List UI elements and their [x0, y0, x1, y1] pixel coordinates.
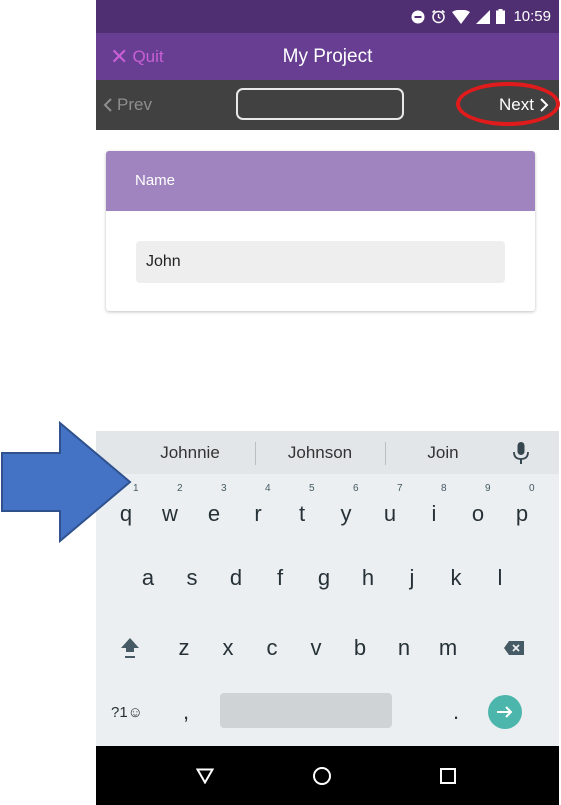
key-y[interactable]: y [324, 489, 368, 539]
key-x[interactable]: x [206, 623, 250, 673]
key-w[interactable]: w [148, 489, 192, 539]
status-time: 10:59 [513, 8, 551, 25]
annotation-arrow-icon [1, 421, 132, 543]
back-triangle-icon [196, 768, 214, 784]
shift-key[interactable] [106, 623, 154, 673]
key-l[interactable]: l [478, 553, 522, 603]
alarm-icon [432, 9, 446, 24]
page-title: My Project [282, 46, 373, 67]
key-period[interactable]: . [436, 687, 476, 737]
name-input-value: John [146, 253, 181, 270]
enter-key[interactable] [488, 695, 522, 729]
wifi-icon [452, 9, 471, 24]
key-s[interactable]: s [170, 553, 214, 603]
key-comma[interactable]: , [166, 687, 206, 737]
key-g[interactable]: g [302, 553, 346, 603]
key-o[interactable]: o [456, 489, 500, 539]
key-hint-7: 7 [397, 483, 403, 494]
key-c[interactable]: c [250, 623, 294, 673]
key-r[interactable]: r [236, 489, 280, 539]
home-button[interactable] [292, 746, 352, 805]
key-m[interactable]: m [426, 623, 470, 673]
key-hint-0: 0 [529, 483, 535, 494]
key-hint-5: 5 [309, 483, 315, 494]
key-i[interactable]: i [412, 489, 456, 539]
card-header: Name [106, 151, 535, 211]
system-navigation-bar [96, 746, 559, 805]
key-p[interactable]: p [500, 489, 544, 539]
back-button[interactable] [175, 746, 235, 805]
soft-keyboard: Johnnie Johnson Join q w e r t y u i o p… [96, 431, 559, 746]
signal-icon [476, 9, 491, 24]
key-v[interactable]: v [294, 623, 338, 673]
symbols-key[interactable]: ?1☺ [102, 687, 152, 737]
backspace-key[interactable] [490, 623, 538, 673]
key-t[interactable]: t [280, 489, 324, 539]
key-h[interactable]: h [346, 553, 390, 603]
suggestion-johnson[interactable]: Johnson [256, 431, 384, 474]
app-bar: ✕ Quit My Project [96, 33, 559, 80]
recents-square-icon [440, 767, 456, 784]
key-hint-3: 3 [221, 483, 227, 494]
key-hint-8: 8 [441, 483, 447, 494]
page-input[interactable] [236, 88, 404, 120]
key-hint-1: 1 [133, 483, 139, 494]
name-input[interactable]: John [136, 241, 505, 283]
key-u[interactable]: u [368, 489, 412, 539]
suggestion-johnnie[interactable]: Johnnie [126, 431, 254, 474]
home-circle-icon [313, 766, 331, 785]
key-hint-6: 6 [353, 483, 359, 494]
backspace-icon [504, 641, 524, 655]
name-card: Name John [106, 151, 535, 311]
key-j[interactable]: j [390, 553, 434, 603]
key-a[interactable]: a [126, 553, 170, 603]
key-e[interactable]: e [192, 489, 236, 539]
microphone-icon[interactable] [509, 440, 533, 466]
prev-button[interactable]: Prev [103, 80, 152, 130]
status-bar: 10:59 [96, 0, 559, 33]
do-not-disturb-icon [411, 10, 425, 23]
battery-icon [496, 9, 506, 24]
key-f[interactable]: f [258, 553, 302, 603]
card-header-label: Name [135, 172, 176, 189]
shift-icon [121, 638, 139, 658]
key-z[interactable]: z [162, 623, 206, 673]
chevron-left-icon [103, 98, 112, 112]
key-k[interactable]: k [434, 553, 478, 603]
arrow-right-icon [497, 706, 513, 718]
key-n[interactable]: n [382, 623, 426, 673]
recents-button[interactable] [418, 746, 478, 805]
status-icons: 10:59 [411, 0, 551, 33]
form-content: Name John [96, 130, 559, 431]
suggestion-bar: Johnnie Johnson Join [96, 431, 559, 474]
prev-label: Prev [117, 95, 152, 114]
key-hint-4: 4 [265, 483, 271, 494]
key-hint-9: 9 [485, 483, 491, 494]
highlight-ellipse [456, 82, 560, 126]
key-d[interactable]: d [214, 553, 258, 603]
space-key[interactable] [220, 693, 392, 728]
suggestion-join[interactable]: Join [386, 431, 500, 474]
key-b[interactable]: b [338, 623, 382, 673]
key-hint-2: 2 [177, 483, 183, 494]
